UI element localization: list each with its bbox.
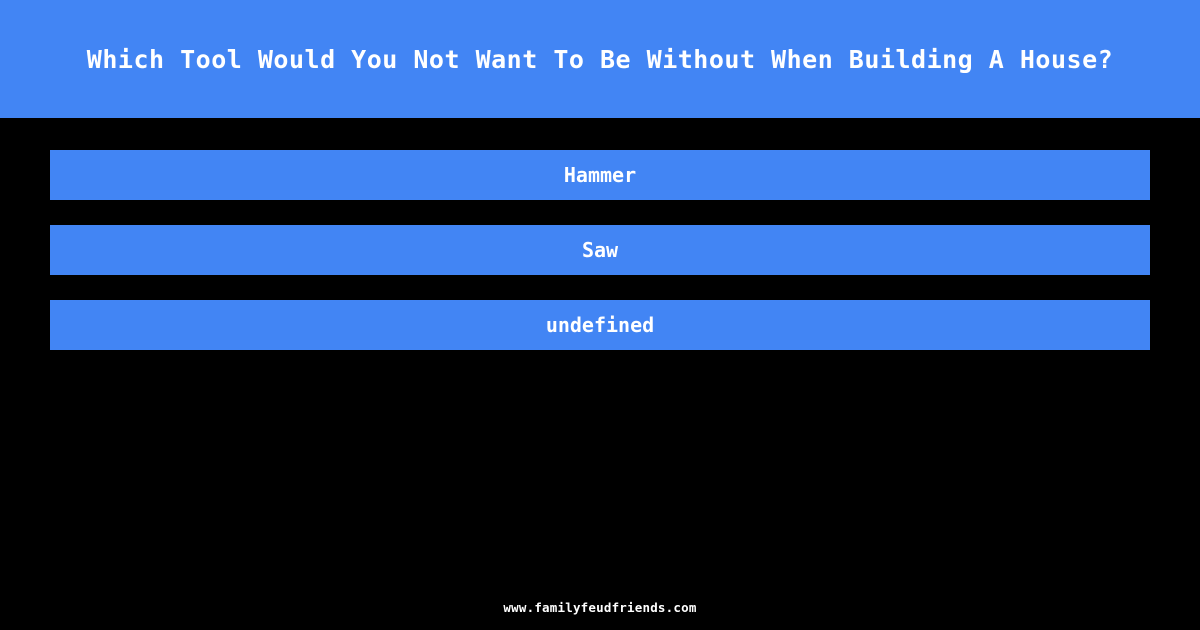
answer-label: Saw bbox=[581, 238, 619, 262]
answer-label: Hammer bbox=[563, 163, 637, 187]
page-title: Which Tool Would You Not Want To Be With… bbox=[86, 44, 1114, 74]
answer-label: undefined bbox=[545, 313, 655, 337]
answer-row-3[interactable]: undefined bbox=[50, 300, 1150, 350]
answer-row-1[interactable]: Hammer bbox=[50, 150, 1150, 200]
answer-row-2[interactable]: Saw bbox=[50, 225, 1150, 275]
family-feud-question-card: Which Tool Would You Not Want To Be With… bbox=[0, 0, 1200, 630]
answer-list: Hammer Saw undefined bbox=[0, 150, 1200, 350]
footer: www.familyfeudfriends.com bbox=[0, 599, 1200, 630]
question-header-banner: Which Tool Would You Not Want To Be With… bbox=[0, 0, 1200, 118]
site-url: www.familyfeudfriends.com bbox=[503, 599, 697, 615]
empty-content-area bbox=[0, 350, 1200, 602]
